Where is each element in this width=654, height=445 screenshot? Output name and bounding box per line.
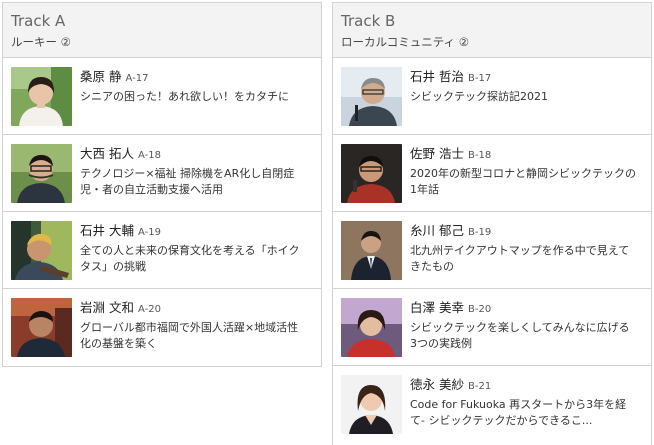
session-title: グローバル都市福岡で外国人活躍×地域活性化の基盤を築く (80, 321, 299, 350)
speaker-photo (11, 298, 72, 357)
session-code: A-17 (125, 73, 149, 84)
speaker-name: 石井 哲治 (410, 69, 464, 84)
track-subtitle: ローカルコミュニティ ② (341, 35, 470, 49)
speaker-name: 桑原 静 (80, 69, 122, 84)
track-header: Track A ルーキー ② (3, 3, 321, 58)
track-title: Track B (341, 12, 396, 30)
session-title: テクノロジー×福祉 掃除機をAR化し自閉症児・者の自立活動支援へ活用 (80, 167, 295, 196)
speaker-name: 徳永 美紗 (410, 377, 464, 392)
track-title: Track A (11, 12, 66, 30)
speaker-name: 岩淵 文和 (80, 300, 134, 315)
session-code: B-19 (467, 227, 492, 238)
session-title: 北九州テイクアウトマップを作る中で見えてきたもの (410, 244, 630, 273)
speaker-photo (11, 67, 72, 126)
speaker-name: 白澤 美幸 (410, 300, 464, 315)
session-title: シビックテック探訪記2021 (410, 90, 548, 103)
speaker-photo (11, 144, 72, 203)
speaker-photo (341, 144, 402, 203)
speaker-name: 佐野 浩士 (410, 146, 464, 161)
session-title: シビックテックを楽しくしてみんなに広げる3つの実践例 (410, 321, 630, 350)
speaker-name: 大西 拓人 (80, 146, 134, 161)
session-code: B-20 (467, 304, 492, 315)
speaker-name: 石井 大輔 (80, 223, 134, 238)
track-b-column: Track B ローカルコミュニティ ② 石井 哲治 B-17 シビックテック探訪… (332, 2, 652, 445)
session-code: B-18 (467, 150, 492, 161)
session-a-17[interactable]: 桑原 静 A-17 シニアの困った！あれ欲しい！をカタチに (3, 58, 321, 135)
session-b-20[interactable]: 白澤 美幸 B-20 シビックテックを楽しくしてみんなに広げる3つの実践例 (333, 289, 651, 366)
track-subtitle: ルーキー ② (11, 35, 71, 49)
session-a-18[interactable]: 大西 拓人 A-18 テクノロジー×福祉 掃除機をAR化し自閉症児・者の自立活動支… (3, 135, 321, 212)
track-header: Track B ローカルコミュニティ ② (333, 3, 651, 58)
session-b-21[interactable]: 徳永 美紗 B-21 Code for Fukuoka 再スタートから3年を経て-… (333, 366, 651, 445)
session-code: B-17 (467, 73, 492, 84)
speaker-photo (341, 375, 402, 434)
session-title: シニアの困った！あれ欲しい！をカタチに (80, 90, 289, 103)
session-title: Code for Fukuoka 再スタートから3年を経て- シビックテックだか… (410, 398, 627, 427)
speaker-name: 糸川 郁己 (410, 223, 464, 238)
session-code: B-21 (467, 381, 492, 392)
session-b-17[interactable]: 石井 哲治 B-17 シビックテック探訪記2021 (333, 58, 651, 135)
speaker-photo (11, 221, 72, 280)
session-code: A-18 (137, 150, 161, 161)
speaker-photo (341, 221, 402, 280)
session-b-18[interactable]: 佐野 浩士 B-18 2020年の新型コロナと静岡シビックテックの1年話 (333, 135, 651, 212)
session-title: 2020年の新型コロナと静岡シビックテックの1年話 (410, 167, 636, 196)
session-title: 全ての人と未来の保育文化を考える「ホイクタス」の挑戦 (80, 244, 300, 273)
speaker-photo (341, 298, 402, 357)
track-a-column: Track A ルーキー ② 桑原 静 A-17 シニアの困った！あれ欲しい！をカ… (2, 2, 322, 367)
session-b-19[interactable]: 糸川 郁己 B-19 北九州テイクアウトマップを作る中で見えてきたもの (333, 212, 651, 289)
session-a-20[interactable]: 岩淵 文和 A-20 グローバル都市福岡で外国人活躍×地域活性化の基盤を築く (3, 289, 321, 366)
session-a-19[interactable]: 石井 大輔 A-19 全ての人と未来の保育文化を考える「ホイクタス」の挑戦 (3, 212, 321, 289)
session-code: A-19 (137, 227, 161, 238)
speaker-photo (341, 67, 402, 126)
session-code: A-20 (137, 304, 161, 315)
